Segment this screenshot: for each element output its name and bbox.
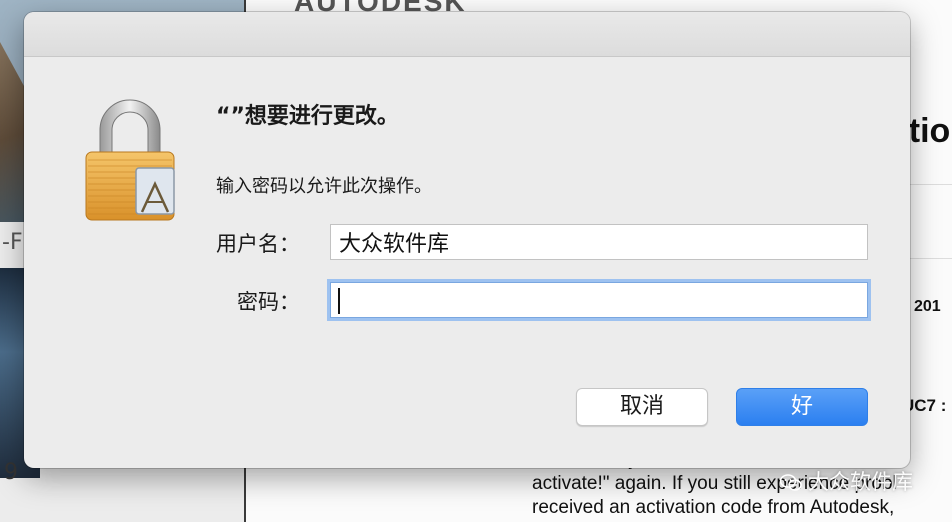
lock-icon (85, 99, 175, 221)
username-label: 用户名： (216, 232, 300, 256)
background-paragraph-line: received an activation code from Autodes… (532, 497, 895, 518)
dialog-message: 输入密码以允许此次操作。 (216, 176, 432, 197)
wechat-icon (780, 474, 802, 491)
text-cursor (338, 288, 340, 314)
auth-dialog: “”想要进行更改。 输入密码以允许此次操作。 用户名： 密码： 取消 好 (24, 12, 910, 468)
password-label: 密码： (237, 290, 300, 314)
watermark: 大众软件库 (780, 466, 913, 496)
cancel-button[interactable]: 取消 (576, 388, 708, 426)
watermark-text: 大众软件库 (808, 470, 913, 494)
background-text-fragment: -F (2, 230, 23, 255)
username-field[interactable] (330, 224, 868, 260)
password-field[interactable] (330, 282, 868, 318)
background-text-fragment: 201 (914, 298, 941, 315)
dialog-titlebar[interactable] (24, 12, 910, 57)
dialog-title: “”想要进行更改。 (216, 104, 399, 129)
divider (906, 258, 952, 259)
ok-button[interactable]: 好 (736, 388, 868, 426)
background-text-fragment: 9 (4, 460, 18, 485)
divider (906, 184, 952, 185)
